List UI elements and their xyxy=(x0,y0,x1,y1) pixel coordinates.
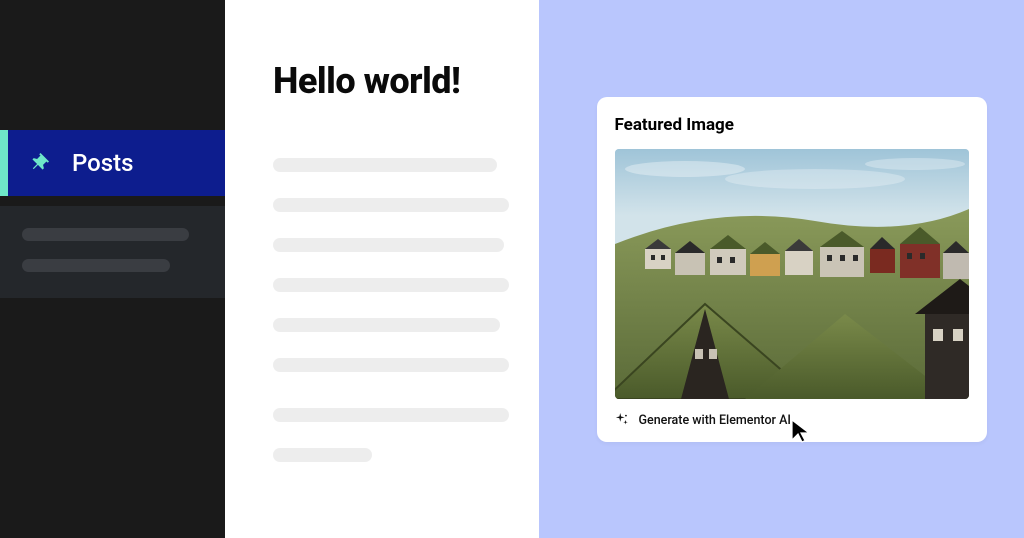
generate-with-ai-button[interactable]: Generate with Elementor AI xyxy=(615,413,969,428)
placeholder-line xyxy=(273,358,509,372)
pin-icon xyxy=(30,151,54,175)
featured-image-heading: Featured Image xyxy=(615,115,969,135)
post-title[interactable]: Hello world! xyxy=(273,60,509,102)
placeholder-line xyxy=(22,228,189,241)
placeholder-line xyxy=(273,198,509,212)
editor-area: Hello world! xyxy=(225,0,539,538)
placeholder-line xyxy=(22,259,170,272)
placeholder-line xyxy=(273,318,500,332)
sidebar-item-label: Posts xyxy=(72,149,133,177)
placeholder-line xyxy=(273,158,497,172)
featured-image-panel: Featured Image xyxy=(597,97,987,442)
placeholder-line xyxy=(273,238,504,252)
placeholder-line xyxy=(273,278,509,292)
sidebar-submenu-placeholder xyxy=(0,206,225,298)
placeholder-line xyxy=(273,448,372,462)
content-placeholder-block xyxy=(273,158,509,462)
sidebar-item-posts[interactable]: Posts xyxy=(0,130,225,196)
featured-image-thumbnail[interactable] xyxy=(615,149,969,399)
placeholder-line xyxy=(273,408,509,422)
sparkle-icon xyxy=(615,413,629,427)
right-panel: Featured Image xyxy=(539,0,1024,538)
generate-label: Generate with Elementor AI xyxy=(639,413,791,428)
admin-sidebar: Posts xyxy=(0,0,225,538)
